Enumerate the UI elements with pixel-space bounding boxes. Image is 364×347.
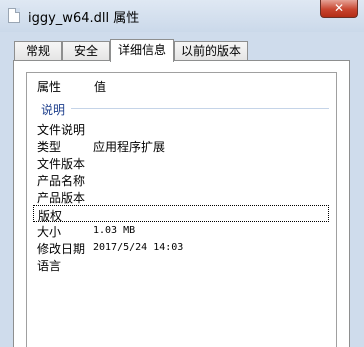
property-name: 文件说明 — [37, 123, 86, 137]
list-item[interactable]: 修改日期 2017/5/24 14:03 — [33, 239, 329, 256]
list-item[interactable]: 大小 1.03 MB — [33, 222, 329, 239]
title-bar: iggy_w64.dll 属性 ✕ — [0, 0, 364, 32]
group-divider — [71, 108, 329, 109]
file-icon — [8, 8, 20, 23]
list-item-selected[interactable]: 版权 — [33, 205, 329, 223]
details-list[interactable]: 属性 值 说明 文件说明 类型 应用程序扩展 文件版本 产品名称 产品版本 版权 — [26, 72, 337, 347]
list-item[interactable]: 产品版本 — [33, 188, 329, 205]
property-name: 产品名称 — [37, 174, 86, 188]
list-header: 属性 值 — [27, 73, 336, 95]
list-item[interactable]: 文件版本 — [33, 154, 329, 171]
group-header-description: 说明 — [41, 103, 66, 117]
property-name: 类型 — [37, 140, 62, 154]
list-item[interactable]: 语言 — [33, 256, 329, 273]
property-value: 1.03 MB — [93, 225, 136, 236]
window-title: iggy_w64.dll 属性 — [28, 11, 140, 26]
tab-security[interactable]: 安全 — [62, 41, 110, 61]
property-name: 文件版本 — [37, 157, 86, 171]
list-item[interactable]: 类型 应用程序扩展 — [33, 137, 329, 154]
tab-general[interactable]: 常规 — [14, 41, 62, 61]
tab-details[interactable]: 详细信息 — [110, 39, 174, 62]
properties-dialog: iggy_w64.dll 属性 ✕ 常规 安全 详细信息 以前的版本 属性 值 … — [0, 0, 364, 347]
column-header-value[interactable]: 值 — [94, 78, 106, 95]
list-item[interactable]: 产品名称 — [33, 171, 329, 188]
property-value: 应用程序扩展 — [93, 140, 166, 154]
property-name: 产品版本 — [37, 191, 86, 205]
column-header-property[interactable]: 属性 — [37, 78, 61, 95]
property-name: 大小 — [37, 225, 62, 239]
property-name: 修改日期 — [37, 242, 86, 256]
property-name: 语言 — [37, 259, 62, 273]
tab-previous-versions[interactable]: 以前的版本 — [174, 41, 248, 61]
close-button[interactable]: ✕ — [320, 0, 358, 18]
list-item[interactable]: 文件说明 — [33, 120, 329, 137]
property-value: 2017/5/24 14:03 — [93, 242, 184, 253]
